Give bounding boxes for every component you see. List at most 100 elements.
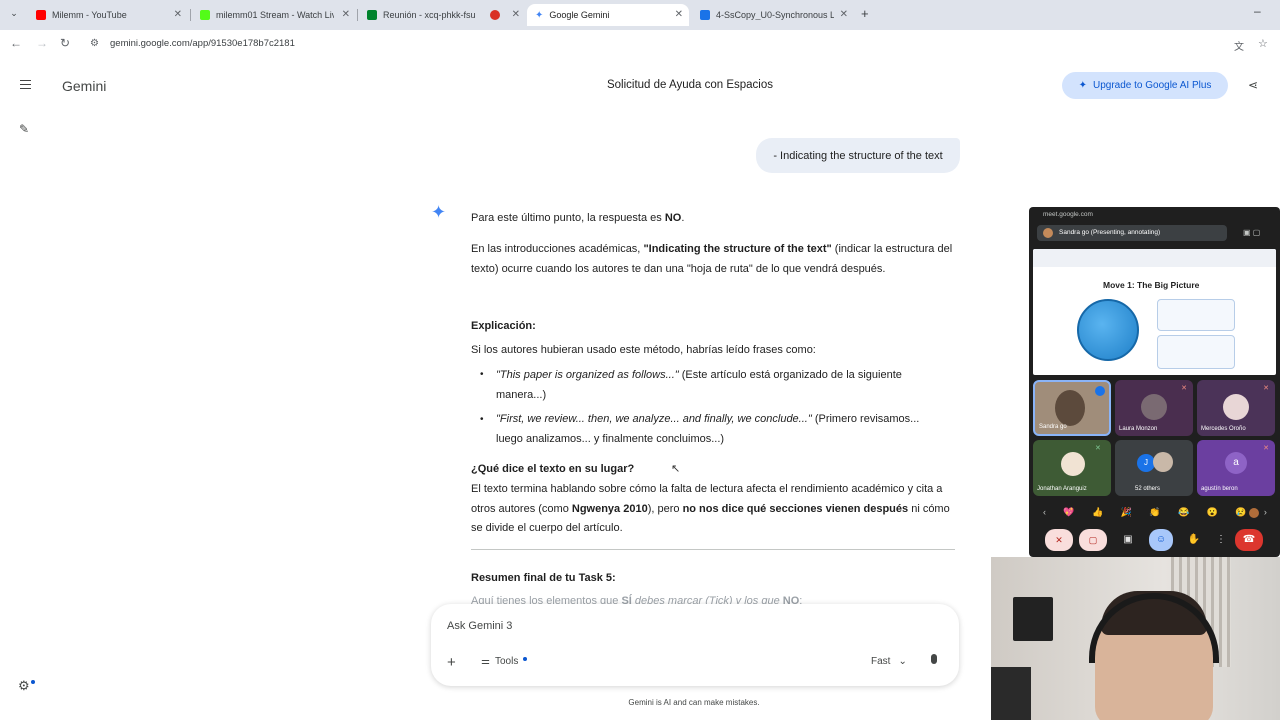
close-icon[interactable]: ✕ (675, 9, 683, 20)
new-tab-button[interactable]: + (861, 6, 869, 21)
tab-gemini[interactable]: ✦ Google Gemini ✕ (527, 4, 689, 26)
more-options-icon[interactable]: ⋮ (1215, 529, 1227, 551)
present-button[interactable]: ▣ (1117, 529, 1139, 551)
settings-gear-icon[interactable]: ⚙ (18, 678, 30, 694)
add-attachment-icon[interactable]: + (447, 654, 456, 671)
chevron-left-icon[interactable]: ‹ (1043, 507, 1046, 517)
mic-off-button[interactable]: ✕ (1045, 529, 1073, 551)
reaction-sad-icon[interactable]: 😢 (1235, 507, 1246, 518)
mode-selector[interactable]: Fast ⌄ (871, 656, 907, 667)
forward-arrow-icon[interactable]: → (36, 36, 48, 50)
participant-tile[interactable]: ✕ Jonathan Aranguiz (1033, 440, 1111, 496)
tab-kick-stream[interactable]: milemm01 Stream - Watch Live ✕ (192, 4, 356, 26)
webcam-overlay (991, 557, 1280, 720)
participant-tile[interactable]: a ✕ agustín beron (1197, 440, 1275, 496)
user-message-text: - Indicating the structure of the text (773, 149, 943, 162)
kick-icon (200, 10, 210, 20)
upgrade-button[interactable]: ✦ Upgrade to Google AI Plus (1062, 72, 1228, 99)
microphone-icon[interactable] (931, 654, 937, 664)
close-icon[interactable]: ✕ (840, 9, 848, 20)
reaction-party-icon[interactable]: 🎉 (1121, 507, 1132, 518)
response-paragraph-2: En las introducciones académicas, "Indic… (471, 240, 956, 279)
meet-url: meet.google.com (1043, 211, 1093, 218)
muted-mic-icon: ✕ (1263, 445, 1269, 452)
reactions-bar: ‹ 💖 👍 🎉 👏 😂 😮 😢 › (1043, 504, 1267, 520)
tab-divider (357, 9, 358, 21)
response-paragraph-4: El texto termina hablando sobre cómo la … (471, 480, 956, 539)
participant-avatar (1223, 394, 1249, 420)
participant-tile[interactable]: ✕ Laura Monzon (1115, 380, 1193, 436)
text-run: ), pero (647, 502, 683, 515)
gemini-sparkle-icon: ✦ (535, 10, 544, 21)
tools-sliders-icon: ⚌ (481, 656, 490, 667)
back-arrow-icon[interactable]: ← (10, 36, 22, 50)
minimize-window-icon[interactable]: – (1254, 4, 1261, 18)
share-icon[interactable]: ⋖ (1248, 78, 1258, 92)
reaction-clap-icon[interactable]: 👏 (1149, 507, 1160, 518)
text-run-bold: NO (664, 212, 682, 224)
meet-icon (367, 10, 377, 20)
tab-title: Google Gemini (549, 10, 610, 20)
camera-off-button[interactable]: ▢ (1079, 529, 1107, 551)
text-run-bold: Ngwenya 2010 (571, 502, 648, 515)
tab-youtube[interactable]: Milemm - YouTube ✕ (28, 4, 188, 26)
skin-tone-icon[interactable] (1249, 508, 1259, 518)
participant-avatar (1061, 452, 1085, 476)
mouse-cursor: ↖ (671, 463, 681, 475)
pip-controls[interactable]: ▣ ▢ (1243, 228, 1260, 237)
text-run-bold: Explicación: (471, 320, 536, 332)
bullet-item-2: "First, we review... then, we analyze...… (496, 410, 936, 449)
close-icon[interactable]: ✕ (512, 9, 520, 20)
close-icon[interactable]: ✕ (342, 9, 350, 20)
reaction-laugh-icon[interactable]: 😂 (1178, 507, 1189, 518)
upgrade-label: Upgrade to Google AI Plus (1092, 80, 1212, 91)
tab-title: Reunión - xcq-phkk-fsu (383, 10, 476, 20)
text-run-bold: no nos dice qué secciones vienen después (682, 502, 909, 515)
gemini-avatar-icon: ✦ (431, 202, 447, 222)
webcam-tv (1013, 597, 1053, 641)
participant-tile[interactable]: ✕ Mercedes Oroño (1197, 380, 1275, 436)
leave-call-button[interactable]: ☎ (1235, 529, 1263, 551)
tab-divider (190, 9, 191, 21)
slide-card (1157, 299, 1235, 331)
tab-recording[interactable]: ✕ (482, 4, 526, 26)
participant-tile[interactable]: J 52 others (1115, 440, 1193, 496)
translate-icon[interactable]: 文 (1234, 38, 1244, 53)
url-field[interactable]: gemini.google.com/app/91530e178b7c2181 (110, 38, 295, 49)
heading-explicacion: Explicación: (471, 317, 956, 337)
slide-title: Move 1: The Big Picture (1103, 280, 1200, 290)
chevron-right-icon[interactable]: › (1264, 507, 1267, 517)
participant-name: 52 others (1135, 486, 1161, 492)
raise-hand-button[interactable]: ✋ (1183, 529, 1205, 551)
globe-icon (1077, 299, 1139, 361)
site-info-icon[interactable]: ⚙ (90, 38, 99, 49)
new-chat-icon[interactable]: ✎ (19, 122, 29, 136)
reaction-surprised-icon[interactable]: 😮 (1207, 507, 1218, 518)
bookmark-star-icon[interactable]: ☆ (1258, 37, 1268, 50)
meet-pip-window: meet.google.com Sandra go (Presenting, a… (1029, 207, 1280, 557)
response-paragraph-1: Para este último punto, la respuesta es … (471, 209, 956, 229)
reaction-thumbs-up-icon[interactable]: 👍 (1092, 507, 1103, 518)
reload-icon[interactable]: ↻ (60, 36, 70, 50)
prompt-input[interactable]: Ask Gemini 3 (447, 620, 512, 632)
participant-tile[interactable]: Sandra go (1033, 380, 1111, 436)
drive-icon (700, 10, 710, 20)
close-icon[interactable]: ✕ (174, 9, 182, 20)
tab-search-button[interactable]: ⌄ (6, 8, 22, 22)
tab-google-docs[interactable]: 4-SsCopy_U0-Synchronous Les ✕ (692, 4, 854, 26)
shared-screen: Move 1: The Big Picture (1033, 249, 1276, 375)
record-icon (490, 10, 500, 20)
reaction-heart-icon[interactable]: 💖 (1063, 507, 1074, 518)
tools-label: Tools (494, 656, 519, 667)
tab-title: milemm01 Stream - Watch Live (216, 10, 334, 20)
tab-meet[interactable]: Reunión - xcq-phkk-fsu (359, 4, 481, 26)
tools-button[interactable]: ⚌ Tools (481, 656, 528, 667)
tab-title: Milemm - YouTube (52, 10, 127, 20)
response-paragraph-5: Aquí tienes los elementos que SÍ debes m… (471, 592, 956, 604)
participant-name: agustín beron (1201, 486, 1238, 492)
text-run-bold: Resumen final de tu Task 5: (471, 572, 616, 584)
reactions-button[interactable]: ☺ (1149, 529, 1173, 551)
text-run-bold: ¿Qué dice el texto en su lugar? (471, 463, 635, 475)
text-run: En las introducciones académicas, (471, 243, 644, 255)
participant-avatar: a (1225, 452, 1247, 474)
